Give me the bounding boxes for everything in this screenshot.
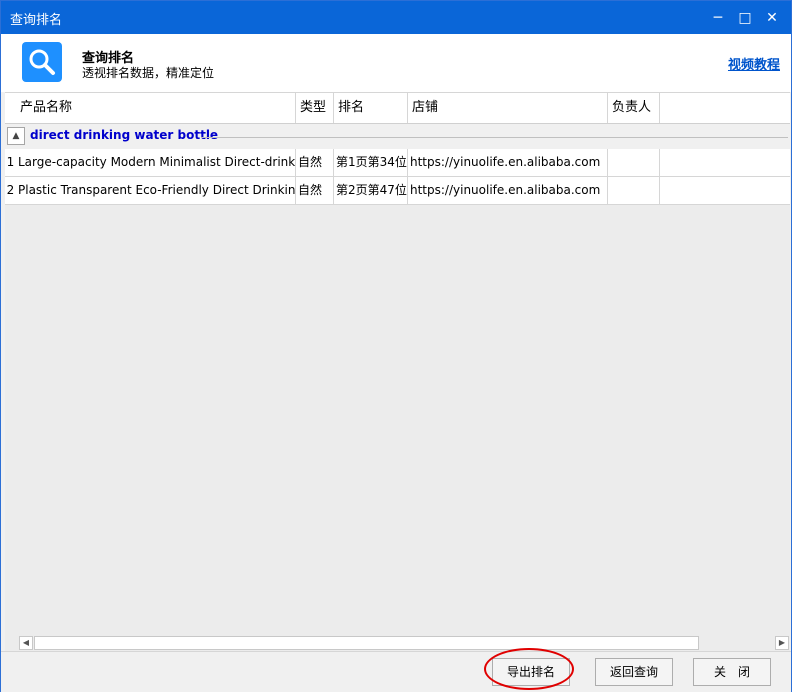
cell-store[interactable]: https://yinuolife.en.alibaba.com bbox=[408, 177, 608, 204]
ranking-table: 产品名称 类型 排名 店铺 负责人 ▲ direct drinking wate… bbox=[5, 92, 790, 651]
scroll-left-arrow-icon[interactable]: ◀ bbox=[19, 636, 33, 650]
window-title: 查询排名 bbox=[10, 13, 63, 28]
close-window-button[interactable]: ✕ bbox=[761, 7, 783, 29]
header-subtitle: 透视排名数据，精准定位 bbox=[82, 66, 215, 80]
video-tutorial-link[interactable]: 视频教程 bbox=[728, 54, 780, 73]
row-number: 2 bbox=[6, 183, 15, 197]
close-button[interactable]: 关 闭 bbox=[693, 658, 771, 686]
column-header-owner[interactable]: 负责人 bbox=[608, 93, 660, 123]
group-label: direct drinking water bottle bbox=[30, 128, 219, 142]
cell-rank[interactable]: 第2页第47位 bbox=[334, 177, 408, 204]
scroll-right-arrow-icon[interactable]: ▶ bbox=[775, 636, 789, 650]
column-header-product[interactable]: 产品名称 bbox=[16, 93, 296, 123]
group-row: ▲ direct drinking water bottle bbox=[5, 124, 790, 149]
horizontal-scrollbar[interactable]: ◀ ▶ bbox=[19, 636, 789, 651]
search-icon bbox=[22, 42, 62, 82]
table-row[interactable]: 1 Large-capacity Modern Minimalist Direc… bbox=[5, 149, 790, 177]
row-number: 1 bbox=[6, 155, 15, 169]
table-row[interactable]: 2 Plastic Transparent Eco-Friendly Direc… bbox=[5, 177, 790, 205]
column-header-store[interactable]: 店铺 bbox=[408, 93, 608, 123]
cell-product[interactable]: Plastic Transparent Eco-Friendly Direct … bbox=[16, 177, 296, 204]
cell-type[interactable]: 自然 bbox=[296, 149, 334, 176]
export-ranking-button[interactable]: 导出排名 bbox=[492, 658, 570, 686]
maximize-button[interactable]: □ bbox=[734, 7, 756, 29]
query-ranking-window: 查询排名 ─ □ ✕ 查询排名 透视排名数据，精准定位 视频教程 产品名称 类型… bbox=[0, 0, 792, 692]
footer-bar: 导出排名 返回查询 关 闭 bbox=[1, 651, 791, 692]
minimize-button[interactable]: ─ bbox=[707, 7, 729, 29]
scrollbar-thumb[interactable] bbox=[34, 636, 699, 650]
column-header-type[interactable]: 类型 bbox=[296, 93, 334, 123]
cell-owner[interactable] bbox=[608, 149, 660, 176]
column-header-rank[interactable]: 排名 bbox=[334, 93, 408, 123]
cell-store[interactable]: https://yinuolife.en.alibaba.com bbox=[408, 149, 608, 176]
group-divider bbox=[201, 137, 788, 138]
collapse-triangle-icon[interactable]: ▲ bbox=[7, 127, 25, 145]
header-panel: 查询排名 透视排名数据，精准定位 视频教程 bbox=[1, 34, 791, 92]
back-to-query-button[interactable]: 返回查询 bbox=[595, 658, 673, 686]
cell-type[interactable]: 自然 bbox=[296, 177, 334, 204]
cell-owner[interactable] bbox=[608, 177, 660, 204]
table-header: 产品名称 类型 排名 店铺 负责人 bbox=[5, 93, 790, 124]
cell-rank[interactable]: 第1页第34位 bbox=[334, 149, 408, 176]
title-bar[interactable]: 查询排名 ─ □ ✕ bbox=[1, 1, 791, 34]
row-indicator-header bbox=[5, 93, 16, 123]
cell-product[interactable]: Large-capacity Modern Minimalist Direct-… bbox=[16, 149, 296, 176]
